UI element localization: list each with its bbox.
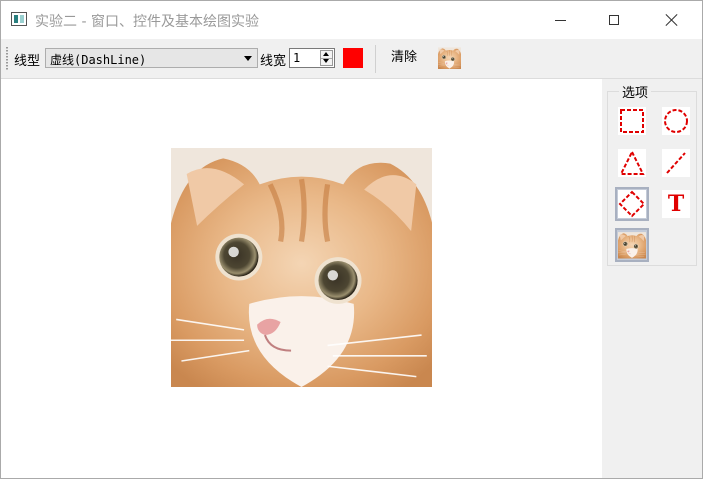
app-icon	[11, 12, 27, 26]
triangle-tool-button[interactable]	[615, 146, 649, 180]
close-icon	[665, 13, 679, 27]
close-button[interactable]	[649, 1, 695, 39]
cat-image-icon	[438, 47, 461, 69]
line-tool-button[interactable]	[659, 146, 693, 180]
options-group-title: 选项	[619, 82, 652, 101]
dashed-diamond-icon	[618, 190, 646, 218]
spin-down-arrow-icon[interactable]	[321, 58, 332, 65]
line-width-spinbox[interactable]: 1	[289, 48, 335, 68]
line-width-label: 线宽	[260, 54, 287, 69]
toolbar-separator	[375, 45, 376, 73]
text-icon: T	[667, 191, 685, 217]
rectangle-tool-button[interactable]	[615, 104, 649, 138]
toolbar: 线型 虚线(DashLine) 线宽 1 清除	[1, 39, 702, 79]
cat-image-icon	[618, 231, 646, 259]
toolbar-grip-handle[interactable]	[6, 47, 8, 71]
text-tool-button[interactable]: T	[659, 187, 693, 221]
spin-buttons	[320, 50, 333, 66]
dashed-rectangle-icon	[620, 109, 644, 133]
line-type-label: 线型	[14, 54, 41, 69]
chevron-down-icon	[244, 56, 252, 61]
dashed-triangle-icon	[619, 149, 645, 175]
cat-picture[interactable]	[171, 148, 432, 387]
window-title: 实验二 - 窗口、控件及基本绘图实验	[35, 14, 259, 30]
dashed-circle-icon	[664, 109, 688, 133]
options-dock-panel: 选项 T	[602, 79, 702, 478]
minimize-button[interactable]	[537, 1, 583, 39]
line-type-value: 虚线(DashLine)	[50, 53, 147, 67]
pen-color-button[interactable]	[343, 48, 363, 68]
drawing-canvas[interactable]	[1, 79, 602, 478]
insert-image-button[interactable]	[438, 47, 461, 69]
circle-tool-button[interactable]	[659, 104, 693, 138]
line-width-value: 1	[293, 51, 301, 65]
minimize-icon	[554, 19, 566, 21]
maximize-button[interactable]	[591, 1, 637, 39]
options-group: 选项 T	[607, 82, 697, 266]
title-bar[interactable]: 实验二 - 窗口、控件及基本绘图实验	[1, 1, 702, 39]
dashed-line-icon	[666, 152, 686, 174]
maximize-icon	[609, 15, 619, 25]
clear-button[interactable]: 清除	[386, 45, 422, 71]
image-tool-button[interactable]	[615, 228, 649, 262]
line-type-combobox[interactable]: 虚线(DashLine)	[45, 48, 258, 68]
diamond-tool-button[interactable]	[615, 187, 649, 221]
main-window: 实验二 - 窗口、控件及基本绘图实验 线型 虚线(DashLine) 线宽 1 …	[0, 0, 703, 479]
